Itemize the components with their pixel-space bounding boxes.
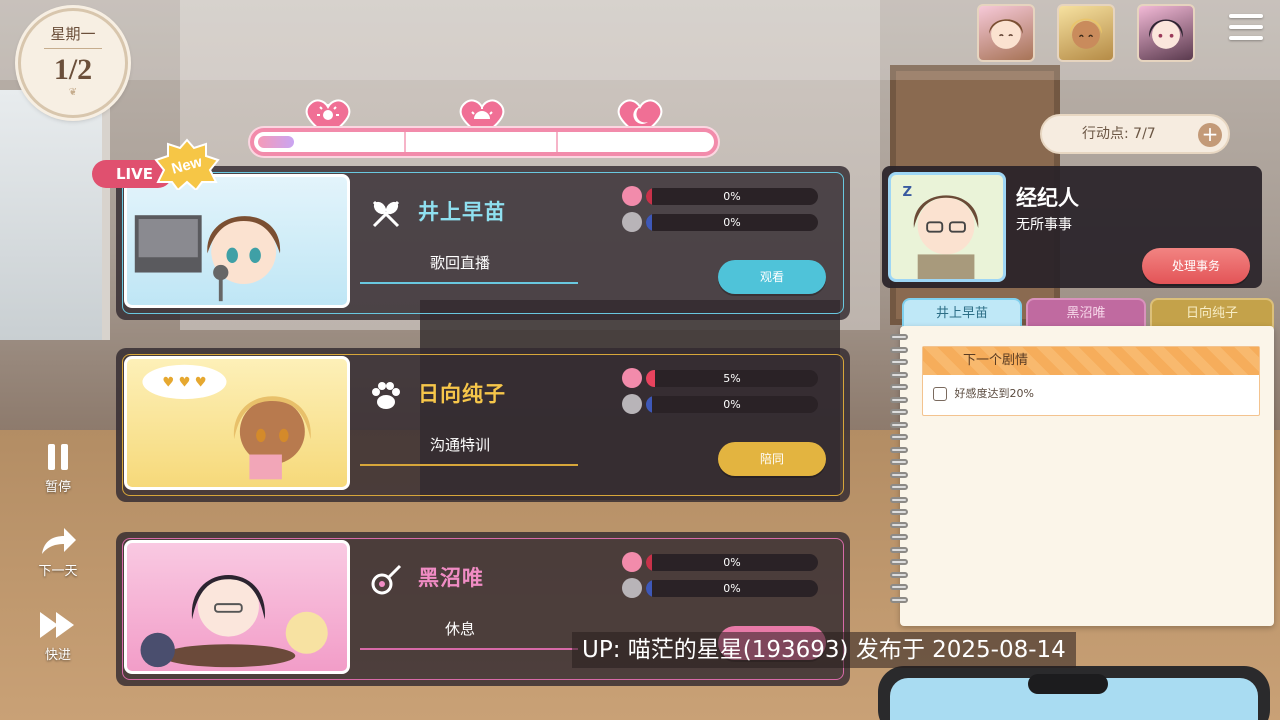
manager-title: 经纪人 xyxy=(1016,186,1079,210)
handle-affairs-button[interactable]: 处理事务 xyxy=(1142,248,1250,284)
add-action-points-button[interactable]: + xyxy=(1198,123,1222,147)
trust-stat: 0% xyxy=(622,212,820,232)
card-activity: 歌回直播 xyxy=(429,254,490,272)
notebook-spiral xyxy=(890,334,910,624)
card-underline xyxy=(360,282,578,284)
day-badge: 星期一 1/2 ❦ xyxy=(18,8,128,118)
tab-kuronuma[interactable]: 黑沼唯 xyxy=(1026,298,1146,328)
pause-label: 暂停 xyxy=(44,480,71,495)
story-notebook: 下一个剧情 好感度达到20% xyxy=(890,326,1274,626)
trust-value: 0% xyxy=(723,582,741,595)
fast-forward-icon xyxy=(40,612,74,638)
idol-card-hinata: ♥ ♥ ♥ 日向纯子 沟通特训 5% 0% 陪同 xyxy=(116,348,850,502)
pause-button[interactable]: 暂停 xyxy=(28,442,88,495)
card-activity: 休息 xyxy=(444,620,475,638)
manager-portrait: Z xyxy=(888,172,1006,282)
menu-line xyxy=(1229,36,1263,40)
card-name-hinata: 日向纯子 xyxy=(418,382,506,406)
card-name-kuronuma: 黑沼唯 xyxy=(418,566,484,590)
card-underline xyxy=(360,648,578,650)
time-divider xyxy=(404,132,406,152)
menu-button[interactable] xyxy=(1229,14,1263,46)
card-portrait-kuronuma xyxy=(124,540,350,674)
heart-icon xyxy=(622,186,642,206)
condition-checkbox xyxy=(933,387,947,401)
affection-value: 0% xyxy=(723,556,741,569)
portrait-kuronuma[interactable] xyxy=(1137,4,1195,62)
new-badge-icon: New xyxy=(154,138,220,190)
affection-stat: 0% xyxy=(622,186,820,206)
card-name-inoue: 井上早苗 xyxy=(418,200,506,224)
trust-value: 0% xyxy=(723,216,741,229)
window xyxy=(0,90,110,340)
time-progress-bar xyxy=(250,128,718,156)
fast-forward-button[interactable]: 快进 xyxy=(28,610,88,663)
paw-icon xyxy=(372,382,400,409)
portrait-inoue[interactable] xyxy=(977,4,1035,62)
share-arrow-icon xyxy=(42,528,76,554)
microphone-crossed-icon xyxy=(372,200,400,228)
time-progress-fill xyxy=(258,136,295,148)
heart-gray-icon xyxy=(622,212,642,232)
menu-line xyxy=(1229,14,1263,18)
tab-hinata[interactable]: 日向纯子 xyxy=(1150,298,1274,328)
phone-device[interactable] xyxy=(878,666,1270,720)
trust-stat: 0% xyxy=(622,578,820,598)
accompany-button[interactable]: 陪同 xyxy=(718,442,826,476)
next-plot-header: 下一个剧情 xyxy=(923,347,1259,375)
pause-icon xyxy=(48,444,68,470)
portrait-hinata[interactable] xyxy=(1057,4,1115,62)
card-underline xyxy=(360,464,578,466)
plot-condition-item: 好感度达到20% xyxy=(923,375,1259,411)
trust-value: 0% xyxy=(723,398,741,411)
watch-button[interactable]: 观看 xyxy=(718,260,826,294)
manager-panel: Z 经纪人 无所事事 处理事务 xyxy=(882,166,1262,288)
next-day-label: 下一天 xyxy=(38,564,78,579)
card-portrait-inoue xyxy=(124,174,350,308)
affection-stat: 0% xyxy=(622,552,820,572)
phone-notch xyxy=(1028,674,1108,694)
idol-card-inoue: 井上早苗 歌回直播 0% 0% 观看 xyxy=(116,166,850,320)
day-count: 1/2 xyxy=(53,53,93,86)
heart-gray-icon xyxy=(622,578,642,598)
menu-line xyxy=(1229,25,1263,29)
next-plot-box: 下一个剧情 好感度达到20% xyxy=(922,346,1260,416)
uploader-watermark: UP: 喵茫的星星(193693) 发布于 2025-08-14 xyxy=(572,632,1076,668)
heart-icon xyxy=(622,368,642,388)
condition-text: 好感度达到20% xyxy=(954,387,1034,400)
action-points: 行动点: 7/7 + xyxy=(1040,114,1230,154)
ornament-icon: ❦ xyxy=(68,87,78,98)
trust-stat: 0% xyxy=(622,394,820,414)
heart-icon xyxy=(622,552,642,572)
manager-status: 无所事事 xyxy=(1016,217,1072,233)
heart-gray-icon xyxy=(622,394,642,414)
affection-value: 0% xyxy=(723,190,741,203)
next-day-button[interactable]: 下一天 xyxy=(28,526,88,579)
time-divider xyxy=(556,132,558,152)
svg-text:Z: Z xyxy=(903,185,913,200)
action-points-label: 行动点: 7/7 xyxy=(1082,126,1156,142)
fast-forward-label: 快进 xyxy=(44,648,71,663)
card-activity: 沟通特训 xyxy=(429,436,490,454)
affection-stat: 5% xyxy=(622,368,820,388)
tab-inoue[interactable]: 井上早苗 xyxy=(902,298,1022,328)
affection-value: 5% xyxy=(723,372,741,385)
guitar-icon xyxy=(371,564,402,595)
weekday-label: 星期一 xyxy=(44,23,102,49)
svg-text:♥ ♥ ♥: ♥ ♥ ♥ xyxy=(162,376,206,391)
card-portrait-hinata: ♥ ♥ ♥ xyxy=(124,356,350,490)
